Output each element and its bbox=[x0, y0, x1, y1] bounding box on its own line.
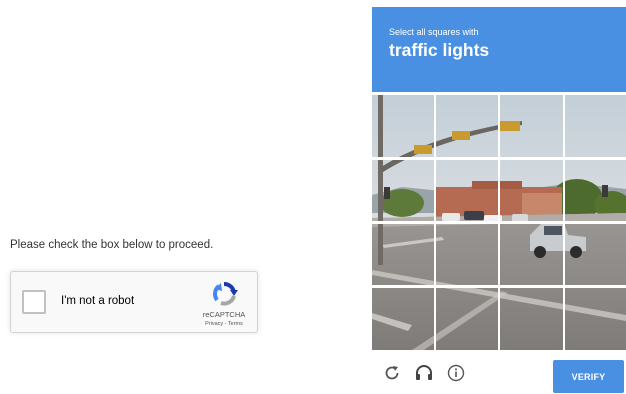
not-a-robot-checkbox[interactable] bbox=[22, 290, 46, 314]
grid-tile[interactable] bbox=[434, 157, 500, 224]
challenge-prompt: Select all squares with bbox=[389, 27, 479, 37]
challenge-target: traffic lights bbox=[389, 40, 490, 60]
challenge-header: Select all squares with traffic lights bbox=[372, 7, 626, 92]
grid-tile[interactable] bbox=[434, 285, 500, 350]
image-tiles bbox=[372, 95, 626, 350]
grid-tile[interactable] bbox=[498, 221, 565, 288]
grid-tile[interactable] bbox=[434, 95, 500, 160]
grid-tile[interactable] bbox=[372, 95, 436, 160]
reload-icon[interactable] bbox=[382, 363, 402, 383]
grid-tile[interactable] bbox=[372, 157, 436, 224]
grid-tile[interactable] bbox=[372, 221, 436, 288]
info-icon[interactable] bbox=[446, 363, 466, 383]
privacy-link[interactable]: Privacy bbox=[205, 321, 223, 327]
recaptcha-challenge-popup: Select all squares with traffic lights V… bbox=[368, 7, 626, 394]
recaptcha-brand: reCAPTCHA bbox=[202, 310, 246, 319]
grid-tile[interactable] bbox=[434, 221, 500, 288]
headphones-icon[interactable] bbox=[414, 363, 434, 383]
grid-tile[interactable] bbox=[563, 221, 626, 288]
grid-tile[interactable] bbox=[498, 95, 565, 160]
recaptcha-logo-icon bbox=[213, 282, 238, 306]
grid-tile[interactable] bbox=[372, 285, 436, 350]
terms-link[interactable]: Terms bbox=[228, 321, 243, 327]
grid-tile[interactable] bbox=[563, 285, 626, 350]
page-instruction: Please check the box below to proceed. bbox=[10, 239, 214, 251]
grid-tile[interactable] bbox=[563, 95, 626, 160]
challenge-footer: VERIFY bbox=[368, 352, 626, 394]
recaptcha-widget: I'm not a robot reCAPTCHA Privacy - Term… bbox=[10, 271, 258, 333]
checkbox-label: I'm not a robot bbox=[61, 295, 135, 307]
verify-button[interactable]: VERIFY bbox=[553, 360, 624, 393]
grid-tile[interactable] bbox=[498, 285, 565, 350]
grid-tile[interactable] bbox=[498, 157, 565, 224]
challenge-image-grid bbox=[372, 95, 626, 350]
privacy-terms-links: Privacy - Terms bbox=[195, 321, 253, 327]
grid-tile[interactable] bbox=[563, 157, 626, 224]
